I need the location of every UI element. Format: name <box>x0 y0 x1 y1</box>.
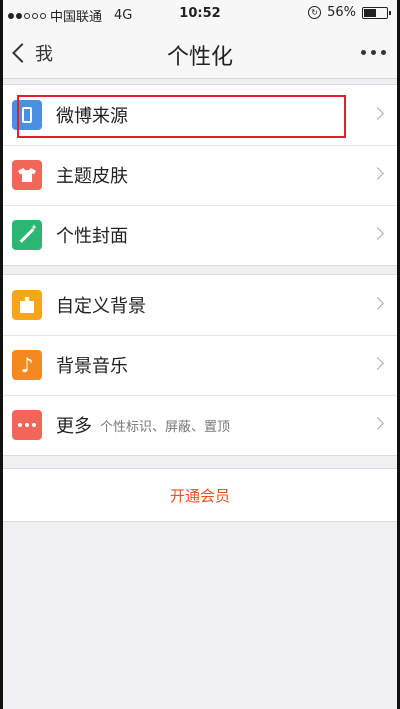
status-bar: 中国联通 4G 10:52 ↻ 56% <box>0 0 400 28</box>
row-label: 主题皮肤 <box>56 166 128 187</box>
highlight-annotation-box <box>17 95 346 138</box>
chevron-right-icon <box>371 107 384 120</box>
row-background-music[interactable]: ♪ 背景音乐 <box>0 335 400 395</box>
settings-group-2: 自定义背景 ♪ 背景音乐 更多 个性标识、屏蔽、置顶 <box>0 274 400 456</box>
more-dot-icon <box>361 50 366 55</box>
page-title: 个性化 <box>166 45 233 70</box>
row-label: 个性封面 <box>56 226 128 247</box>
row-more[interactable]: 更多 个性标识、屏蔽、置顶 <box>0 395 400 455</box>
battery-icon <box>362 6 391 19</box>
more-icon <box>12 410 42 440</box>
status-right: ↻ 56% <box>308 5 391 20</box>
row-sublabel: 个性标识、屏蔽、置顶 <box>100 419 231 435</box>
chevron-right-icon <box>371 227 384 240</box>
row-label: 更多 <box>56 416 92 437</box>
more-dot-icon <box>371 50 376 55</box>
row-theme-skin[interactable]: 主题皮肤 <box>0 145 400 205</box>
magic-wand-icon <box>12 220 42 250</box>
row-label: 自定义背景 <box>56 296 146 317</box>
activate-membership-button[interactable]: 开通会员 <box>0 468 400 522</box>
rotation-lock-icon: ↻ <box>308 6 322 19</box>
more-dot-icon <box>381 50 386 55</box>
row-label: 背景音乐 <box>56 356 128 377</box>
chevron-right-icon <box>371 167 384 180</box>
chevron-right-icon <box>371 357 384 370</box>
row-personal-cover[interactable]: 个性封面 <box>0 205 400 265</box>
easel-icon <box>12 290 42 320</box>
battery-percent: 56% <box>327 5 356 20</box>
more-options-button[interactable] <box>361 50 386 55</box>
shirt-icon <box>12 160 42 190</box>
row-custom-background[interactable]: 自定义背景 <box>0 275 400 335</box>
chevron-right-icon <box>371 297 384 310</box>
navigation-bar: 我 个性化 <box>0 28 400 79</box>
chevron-right-icon <box>371 417 384 430</box>
music-note-icon: ♪ <box>12 350 42 380</box>
